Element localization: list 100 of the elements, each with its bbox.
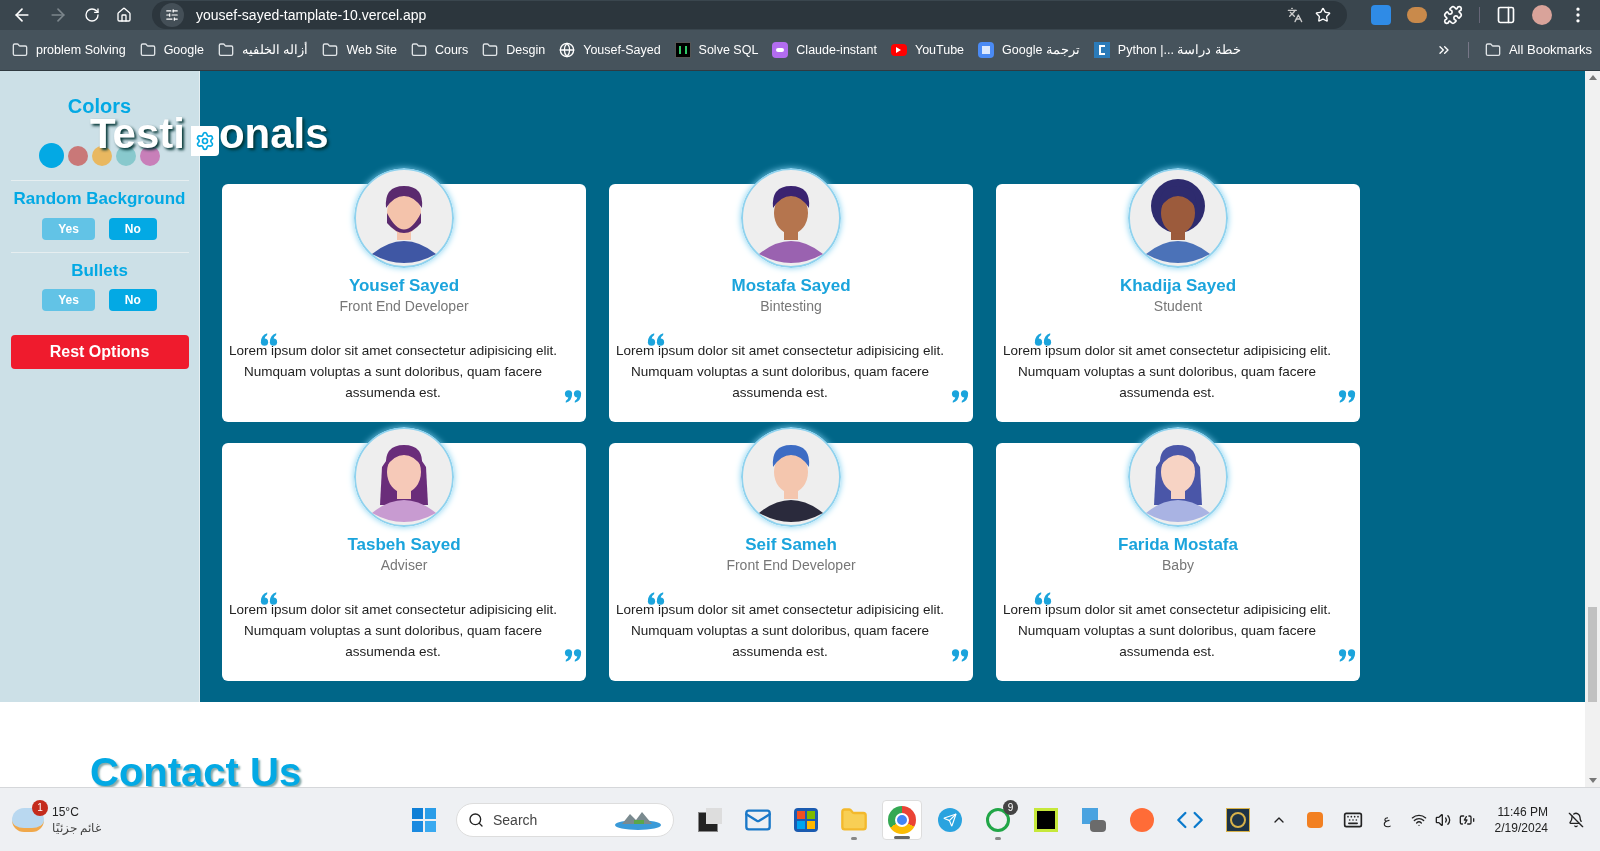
open-quote-icon [260, 591, 278, 605]
play-icon [890, 44, 907, 56]
running-indicator [894, 835, 910, 839]
address-bar[interactable]: yousef-sayed-tamplate-10.vercel.app [151, 1, 1348, 29]
close-quote-icon [951, 390, 969, 403]
gear-icon [194, 131, 215, 151]
open-quote-icon [647, 332, 665, 346]
bookmark-star-icon[interactable] [1315, 7, 1332, 23]
extension-icon[interactable] [1407, 7, 1428, 23]
home-button[interactable] [115, 7, 132, 23]
notification-count: 9 [1003, 799, 1018, 815]
testimonial-quote: Lorem ipsum dolor sit amet consectetur adipisicing elit. Numquam voluptas a sunt doloribus, quam facere assumenda est. [228, 342, 558, 402]
folder-icon [139, 42, 156, 58]
folder-icon [322, 42, 339, 58]
folder-icon [410, 42, 427, 58]
person-name: Yousef Sayed [348, 276, 460, 296]
person-name: Farida Mostafa [1118, 535, 1238, 555]
globe-icon [559, 42, 576, 58]
open-quote-icon [1034, 591, 1052, 605]
side-panel-icon[interactable] [1496, 5, 1516, 25]
clock-date[interactable]: 2/19/2024 [1494, 819, 1548, 836]
translate-icon [978, 42, 995, 58]
profile-avatar[interactable] [1532, 5, 1552, 25]
notification-icon[interactable] [1568, 811, 1584, 828]
panel-heading: Random Background [13, 188, 186, 210]
bookmark-item[interactable]: Claude-instant [772, 40, 877, 60]
open-quote-icon [260, 332, 278, 346]
site-icon [674, 42, 691, 58]
translate-icon[interactable] [1287, 7, 1304, 23]
section-title: Testi [90, 119, 185, 149]
paper-plane-icon [938, 807, 962, 832]
reload-button[interactable] [83, 7, 100, 23]
app-icon [1226, 807, 1250, 832]
reset-button[interactable]: Rest Options [10, 335, 189, 369]
testimonial-quote: Lorem ipsum dolor sit amet consectetur adipisicing elit. Numquam voluptas a sunt doloribus, quam facere assumenda est. [615, 601, 945, 661]
person-role: Student [1153, 297, 1203, 316]
site-info-icon [159, 3, 184, 27]
open-quote-icon [647, 591, 665, 605]
ide-icon [1034, 807, 1058, 832]
settings-button[interactable] [190, 126, 219, 156]
temperature: 15°C [52, 803, 80, 820]
start-icon[interactable] [412, 807, 436, 832]
bookmark-item[interactable]: Cours [410, 40, 469, 60]
person-role: Front End Developer [726, 556, 856, 575]
bookmark-item[interactable]: أزاله الخلفيه [217, 40, 309, 60]
person-name: Mostafa Sayed [731, 276, 851, 296]
color-swatch[interactable] [39, 143, 64, 168]
extension-icon[interactable] [1371, 5, 1392, 25]
notification-badge: 1 [32, 799, 48, 816]
store-icon [794, 807, 818, 832]
folder-icon [840, 805, 868, 834]
url-text: yousef-sayed-tamplate-10.vercel.app [195, 5, 428, 25]
extensions-icon[interactable] [1443, 5, 1464, 25]
testimonial-quote: Lorem ipsum dolor sit amet consectetur adipisicing elit. Numquam voluptas a sunt doloribus, quam facere assumenda est. [228, 601, 558, 661]
person-name: Khadija Sayed [1119, 276, 1237, 296]
close-quote-icon [951, 649, 969, 662]
open-quote-icon [1034, 332, 1052, 346]
person-role: Adviser [380, 556, 428, 575]
close-quote-icon [1338, 649, 1356, 662]
folder-icon [12, 42, 28, 58]
bookmark-item[interactable]: Google [139, 40, 204, 60]
close-quote-icon [564, 390, 582, 403]
bookmark-item[interactable]: Desgin [482, 40, 546, 60]
person-role: Baby [1162, 556, 1194, 575]
testimonial-quote: Lorem ipsum dolor sit amet consectetur adipisicing elit. Numquam voluptas a sunt doloribus, quam facere assumenda est. [1002, 342, 1332, 402]
panel-heading: Colors [67, 94, 132, 117]
running-indicator [851, 836, 857, 840]
person-role: Front End Developer [339, 297, 469, 316]
taskbar-app[interactable]: 9 [978, 799, 1018, 840]
search-icon [468, 811, 484, 828]
chat-bot-icon [772, 42, 789, 58]
person-name: Tasbeh Sayed [347, 535, 461, 555]
all-bookmarks-item[interactable]: All Bookmarks [1484, 40, 1592, 60]
bookmark-item[interactable]: problem Solving [12, 40, 126, 60]
browser-icon [888, 805, 916, 834]
task-view-icon [698, 807, 722, 832]
person-role: Bintesting [760, 297, 822, 316]
bookmark-item[interactable]: Solve SQL [674, 40, 759, 60]
site-icon [1093, 42, 1110, 58]
bookmark-item[interactable]: Yousef-Sayed [559, 40, 661, 60]
scrollbar[interactable] [1585, 71, 1600, 787]
close-quote-icon [564, 649, 582, 662]
testimonial-quote: Lorem ipsum dolor sit amet consectetur adipisicing elit. Numquam voluptas a sunt doloribus, quam facere assumenda est. [1002, 601, 1332, 661]
search-field[interactable]: Search [456, 802, 674, 837]
testimonial-quote: Lorem ipsum dolor sit amet consectetur adipisicing elit. Numquam voluptas a sunt doloribus, quam facere assumenda est. [615, 342, 945, 402]
folder-icon [1484, 42, 1501, 58]
weather-condition: غائم جزئيًا [52, 819, 102, 836]
bookmark-item[interactable]: Google ترجمة [978, 40, 1080, 60]
bookmark-item[interactable]: Python |... خطة دراسة [1093, 40, 1241, 60]
clock-time[interactable]: 11:46 PM [1497, 803, 1548, 820]
running-indicator [995, 836, 1001, 840]
folder-icon [482, 42, 499, 58]
bookmark-item[interactable]: Web Site [322, 40, 397, 60]
folder-icon [217, 42, 234, 58]
color-swatch[interactable] [68, 145, 88, 166]
close-quote-icon [1338, 390, 1356, 403]
language-indicator[interactable]: ع [1382, 809, 1391, 830]
section-title: onals [218, 119, 329, 149]
bookmark-item[interactable]: YouTube [890, 40, 965, 60]
volume-icon[interactable] [1434, 811, 1451, 828]
